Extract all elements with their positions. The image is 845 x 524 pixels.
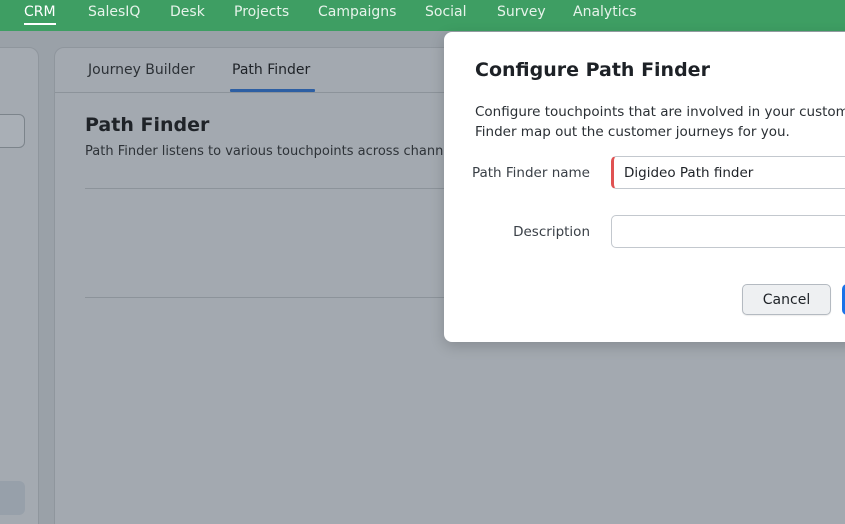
- path-finder-name-label: Path Finder name: [471, 165, 590, 181]
- sidebar-bottom-button[interactable]: [0, 481, 25, 515]
- nav-item-campaigns[interactable]: Campaigns: [318, 4, 396, 20]
- nav-item-crm[interactable]: CRM: [24, 4, 56, 20]
- description-input[interactable]: [611, 215, 845, 248]
- nav-item-salesiq[interactable]: SalesIQ: [88, 4, 140, 20]
- nav-active-indicator: [24, 23, 56, 25]
- page-subtitle: Path Finder listens to various touchpoin…: [85, 144, 452, 159]
- section-divider-bottom: [85, 297, 445, 298]
- section-divider-top: [85, 188, 445, 189]
- configure-path-finder-dialog: Configure Path Finder Configure touchpoi…: [444, 32, 845, 342]
- sidebar-search-input[interactable]: [0, 114, 25, 148]
- path-finder-name-input[interactable]: [611, 156, 845, 189]
- cancel-button[interactable]: Cancel: [742, 284, 831, 315]
- nav-item-projects[interactable]: Projects: [234, 4, 289, 20]
- top-navigation-bar: CRM SalesIQ Desk Projects Campaigns Soci…: [0, 0, 845, 31]
- left-sidebar-panel: [0, 47, 39, 524]
- tab-journey-builder[interactable]: Journey Builder: [88, 62, 195, 78]
- description-label: Description: [513, 224, 590, 240]
- dialog-description-line-1: Configure touchpoints that are involved …: [475, 104, 845, 120]
- nav-item-desk[interactable]: Desk: [170, 4, 205, 20]
- nav-item-social[interactable]: Social: [425, 4, 467, 20]
- tab-path-finder[interactable]: Path Finder: [232, 62, 310, 78]
- nav-item-analytics[interactable]: Analytics: [573, 4, 637, 20]
- dialog-description-line-2: Finder map out the customer journeys for…: [475, 124, 790, 140]
- active-tab-indicator: [230, 89, 315, 92]
- dialog-title: Configure Path Finder: [475, 59, 710, 81]
- dialog-description: Configure touchpoints that are involved …: [475, 102, 845, 142]
- page-title: Path Finder: [85, 114, 210, 136]
- nav-item-survey[interactable]: Survey: [497, 4, 546, 20]
